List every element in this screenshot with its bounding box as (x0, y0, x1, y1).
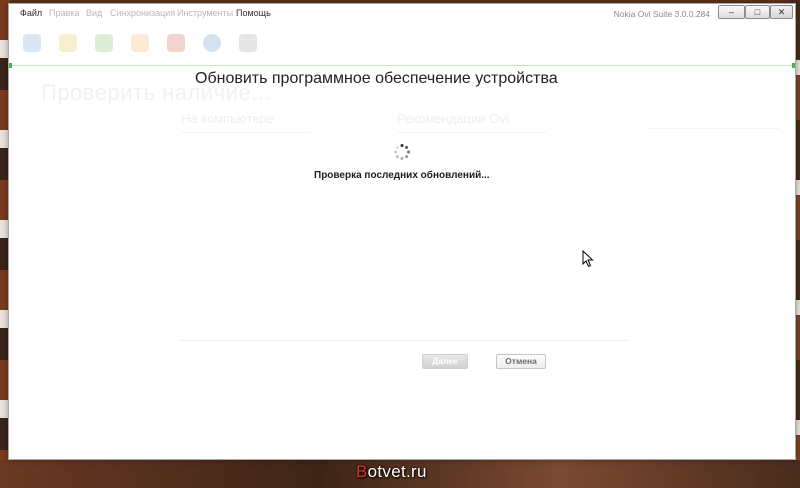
window-title: Nokia Ovi Suite 3.0.0.284 (613, 9, 710, 19)
minimize-button[interactable]: – (718, 5, 745, 19)
close-button[interactable]: ✕ (770, 5, 793, 19)
background-column-computer: На компьютере (181, 111, 275, 126)
site-watermark: Botvet.ru (356, 462, 427, 482)
dialog-title: Обновить программное обеспечение устройс… (195, 70, 558, 87)
close-icon: ✕ (777, 7, 786, 17)
calendar-icon[interactable] (167, 34, 185, 52)
app-window: Файл Правка Вид Синхронизация Инструмент… (8, 3, 796, 460)
menu-tools[interactable]: Инструменты (177, 8, 233, 18)
maximize-button[interactable]: □ (745, 5, 770, 19)
menu-view[interactable]: Вид (86, 8, 102, 18)
globe-icon[interactable] (203, 34, 221, 52)
menu-file[interactable]: Файл (20, 8, 42, 18)
cancel-button[interactable]: Отмена (496, 354, 546, 369)
menu-bar: Файл Правка Вид Синхронизация Инструмент… (9, 4, 795, 22)
maximize-icon: □ (754, 7, 761, 17)
status-message: Проверка последних обновлений... (314, 170, 490, 181)
menu-edit[interactable]: Правка (49, 8, 79, 18)
notes-icon[interactable] (239, 34, 257, 52)
dialog-divider (179, 340, 629, 341)
menu-help[interactable]: Помощь (236, 8, 271, 18)
background-divider (397, 132, 547, 133)
divider-marker-right (792, 63, 795, 68)
background-divider (649, 128, 779, 129)
loading-spinner-icon (394, 144, 410, 160)
next-button[interactable]: Далее (422, 354, 468, 369)
watermark-text: otvet.ru (367, 462, 427, 481)
menu-sync[interactable]: Синхронизация (110, 8, 175, 18)
watermark-initial: B (356, 462, 368, 481)
folder-icon[interactable] (59, 34, 77, 52)
minimize-icon: – (728, 7, 734, 17)
home-icon[interactable] (23, 34, 41, 52)
background-column-ovi: Рекомендации Ovi (397, 111, 509, 126)
background-divider (181, 132, 311, 133)
message-icon[interactable] (131, 34, 149, 52)
divider-marker-left (9, 63, 12, 68)
mouse-cursor-icon (582, 250, 594, 268)
photos-icon[interactable] (95, 34, 113, 52)
toolbar-divider (9, 65, 795, 66)
